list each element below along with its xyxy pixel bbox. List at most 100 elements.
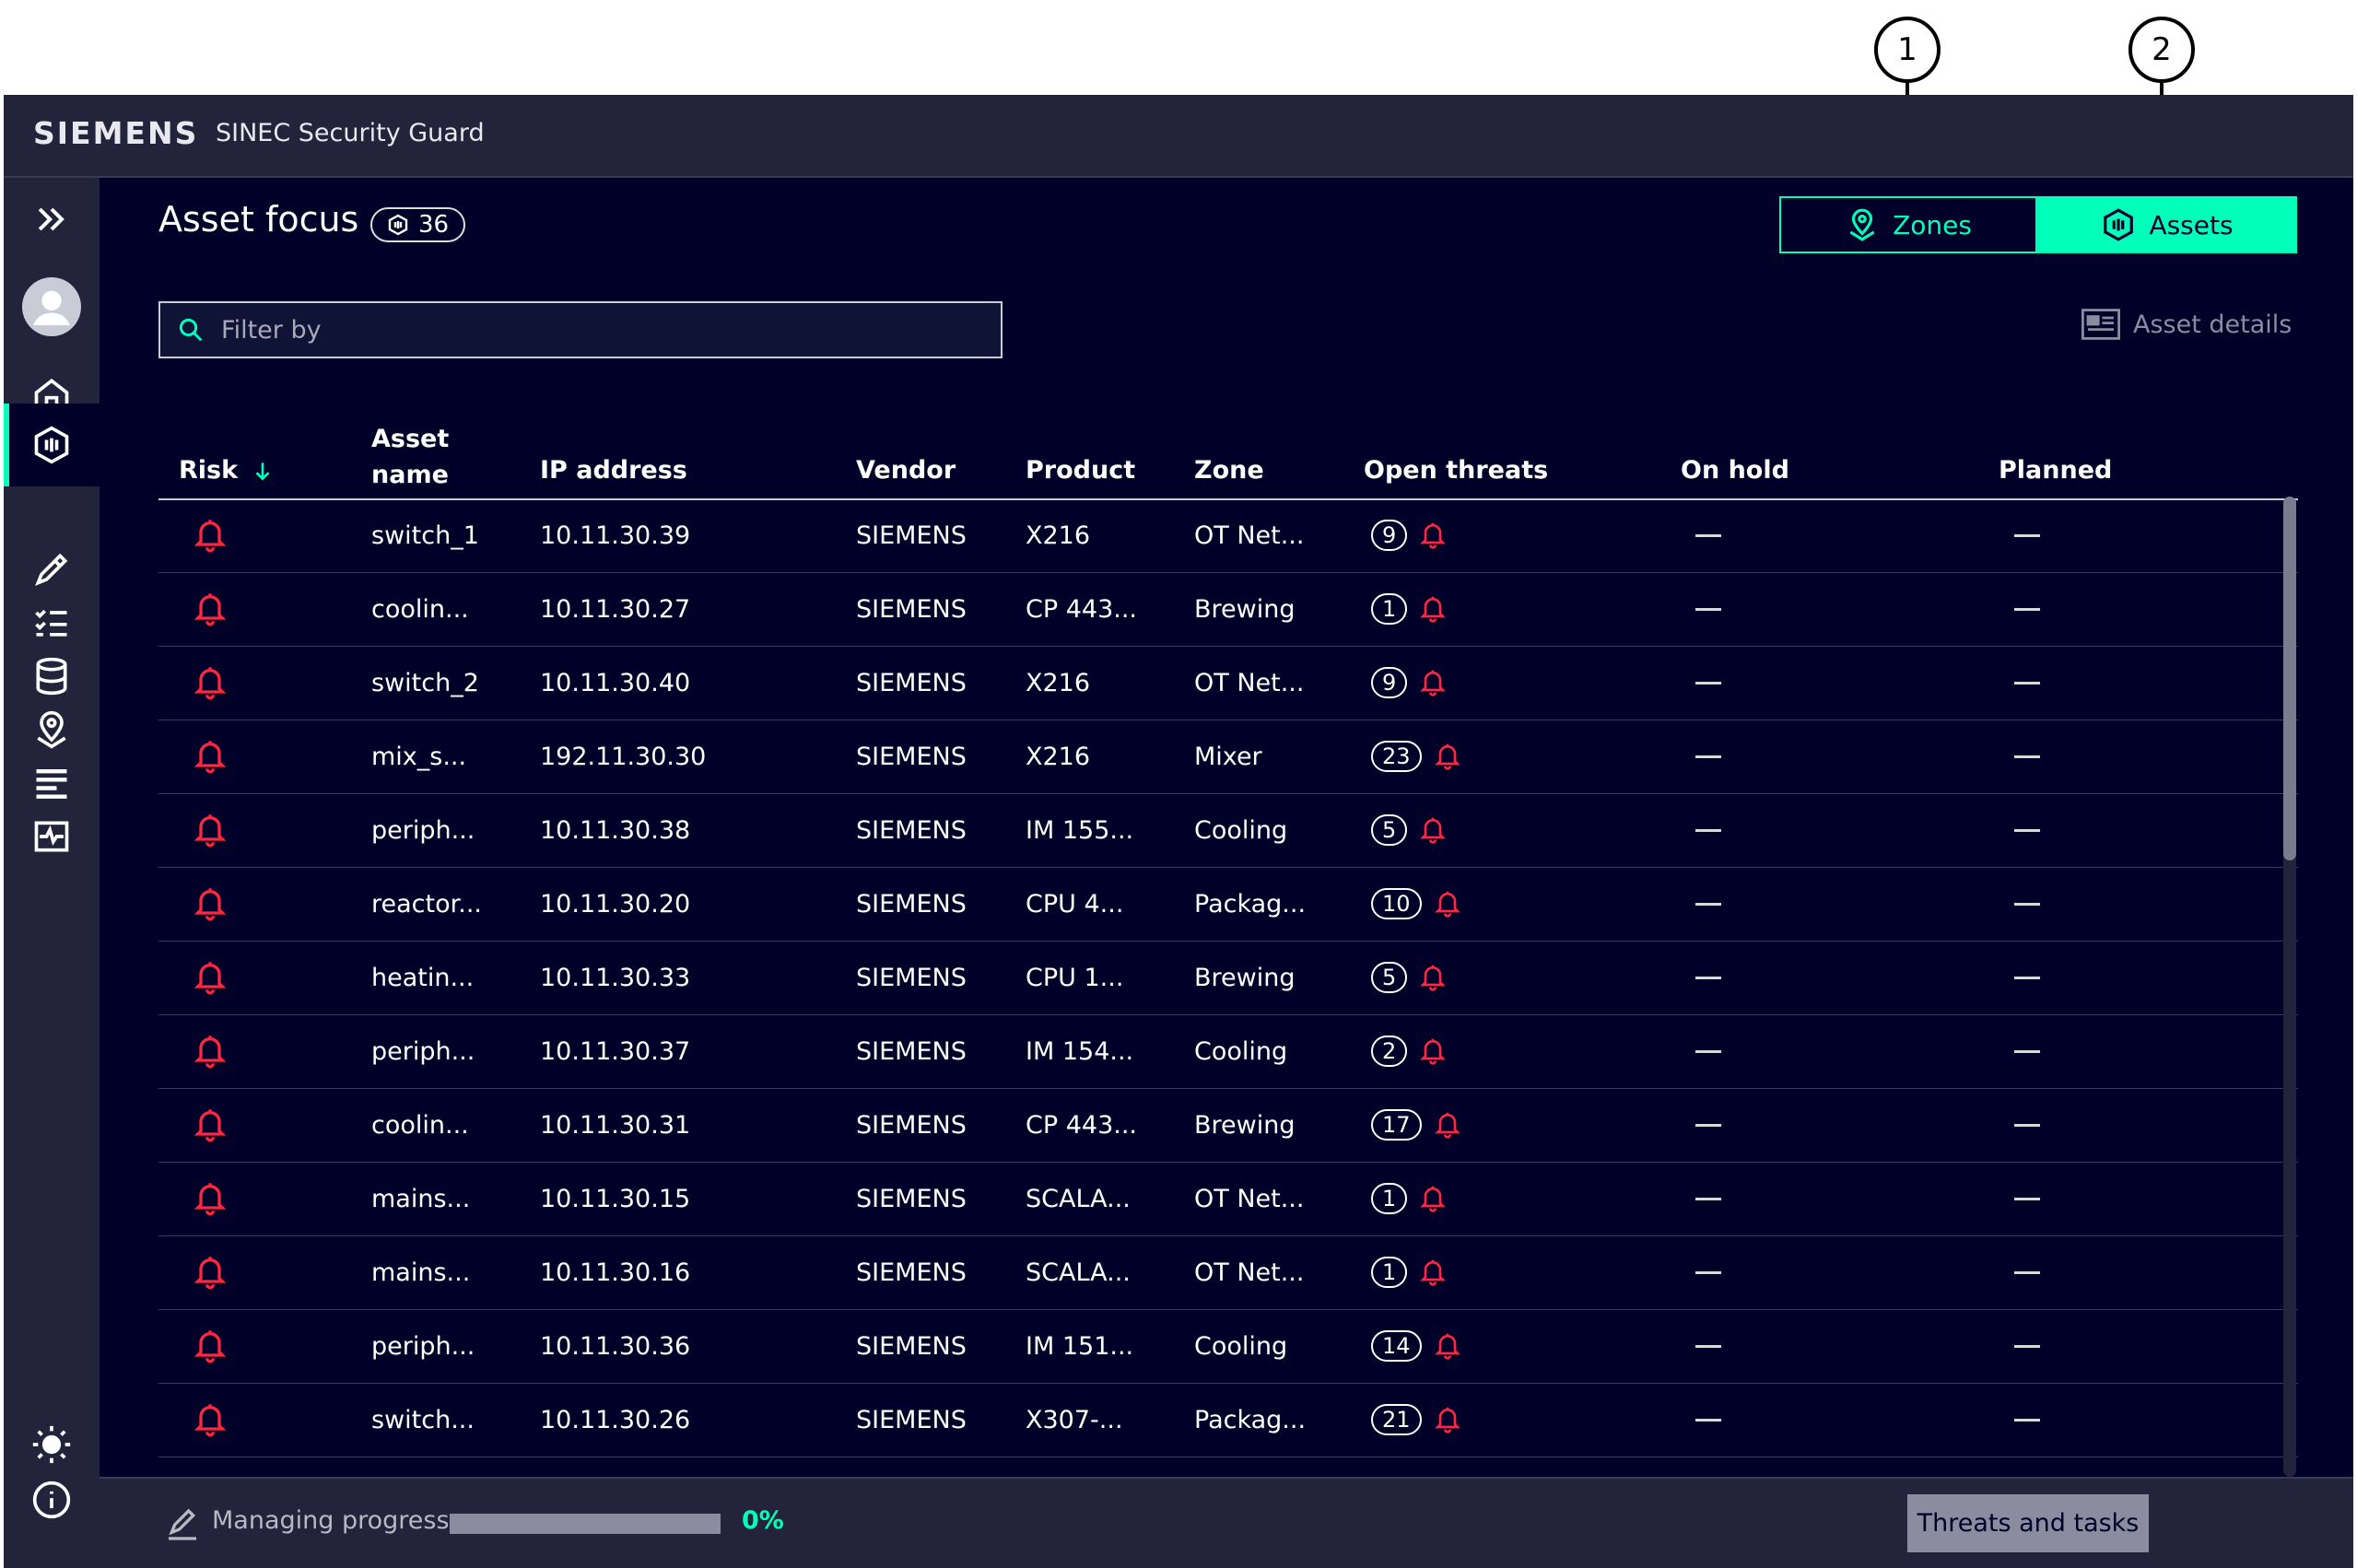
column-header-open-threats[interactable]: Open threats	[1364, 456, 1548, 485]
ip-address-cell: 10.11.30.36	[540, 1331, 691, 1361]
zones-toggle-label: Zones	[1893, 209, 1972, 240]
column-header-ip[interactable]: IP address	[540, 456, 687, 485]
filter-input[interactable]	[219, 314, 960, 345]
info-button[interactable]	[4, 1458, 100, 1541]
asset-name-cell: periph...	[371, 1036, 475, 1066]
open-threats-count: 17	[1371, 1109, 1422, 1141]
column-header-zone[interactable]: Zone	[1194, 456, 1264, 485]
empty-dash	[2014, 1270, 2040, 1274]
app-title: SINEC Security Guard	[216, 119, 485, 147]
sidebar-item-monitor[interactable]	[4, 795, 100, 878]
table-row[interactable]	[158, 1457, 2298, 1475]
product-cell: X216	[1026, 521, 1091, 550]
vendor-cell: SIEMENS	[856, 742, 967, 771]
table-row[interactable]: periph... 10.11.30.37 SIEMENS IM 154... …	[158, 1014, 2298, 1089]
top-bar: SIEMENS SINEC Security Guard	[4, 95, 2353, 178]
table-row[interactable]: mix_s... 192.11.30.30 SIEMENS X216 Mixer…	[158, 720, 2298, 794]
column-header-product[interactable]: Product	[1026, 456, 1135, 485]
expand-sidebar-button[interactable]	[4, 178, 100, 261]
table-header: Risk Asset name IP address Vendor Produc…	[158, 419, 2298, 500]
risk-cell	[192, 1162, 229, 1235]
scrollbar-thumb[interactable]	[2283, 497, 2296, 860]
table-row[interactable]: reactor... 10.11.30.20 SIEMENS CPU 4... …	[158, 867, 2298, 942]
on-hold-cell	[1695, 720, 1721, 793]
user-profile-button[interactable]	[4, 265, 100, 348]
table-row[interactable]: coolin... 10.11.30.27 SIEMENS CP 443... …	[158, 572, 2298, 647]
empty-dash	[2014, 755, 2040, 758]
risk-alarm-bell-icon	[193, 1036, 227, 1069]
column-header-planned[interactable]: Planned	[1999, 456, 2112, 485]
table-row[interactable]: coolin... 10.11.30.31 SIEMENS CP 443... …	[158, 1088, 2298, 1163]
sidebar-item-assets[interactable]	[4, 404, 100, 486]
empty-dash	[2014, 533, 2040, 537]
vendor-cell: SIEMENS	[856, 1331, 967, 1361]
risk-cell	[192, 1457, 229, 1475]
asset-icon	[34, 426, 69, 464]
assets-toggle-button[interactable]: Assets	[2037, 196, 2297, 253]
column-header-on-hold[interactable]: On hold	[1681, 456, 1789, 485]
threat-bell-icon	[1420, 670, 1447, 696]
table-row[interactable]: switch_1 10.11.30.39 SIEMENS X216 OT Net…	[158, 498, 2298, 573]
risk-alarm-bell-icon	[193, 1109, 227, 1142]
footer-bar: Managing progress 0% Threats and tasks	[100, 1477, 2353, 1568]
risk-alarm-bell-icon	[193, 593, 227, 626]
open-threats-cell: 23	[1371, 720, 1462, 793]
asset-icon	[388, 214, 408, 236]
open-threats-cell: 17	[1371, 1088, 1462, 1162]
planned-cell	[2014, 646, 2040, 720]
asset-details-button[interactable]: Asset details	[2081, 309, 2292, 340]
column-header-risk[interactable]: Risk	[179, 456, 275, 485]
open-threats-cell: 2	[1371, 1014, 1448, 1088]
planned-cell	[2014, 1014, 2040, 1088]
on-hold-cell	[1695, 1014, 1721, 1088]
open-threats-count: 9	[1371, 520, 1408, 551]
product-cell: CP 443...	[1026, 1110, 1137, 1140]
vendor-cell: SIEMENS	[856, 1036, 967, 1066]
empty-dash	[2014, 1197, 2040, 1200]
open-threats-count: 1	[1371, 1257, 1408, 1288]
zone-cell: OT Net...	[1194, 521, 1305, 550]
open-threats-count: 5	[1371, 962, 1408, 993]
threat-bell-icon	[1420, 596, 1447, 623]
table-row[interactable]: switch_2 10.11.30.40 SIEMENS X216 OT Net…	[158, 646, 2298, 720]
open-threats-cell: 10	[1371, 867, 1462, 941]
asset-name-cell: periph...	[371, 815, 475, 845]
on-hold-cell	[1695, 1162, 1721, 1235]
empty-dash	[2014, 976, 2040, 979]
table-row[interactable]: periph... 10.11.30.38 SIEMENS IM 155... …	[158, 793, 2298, 868]
table-row[interactable]: mains... 10.11.30.15 SIEMENS SCALA... OT…	[158, 1162, 2298, 1236]
vendor-cell: SIEMENS	[856, 815, 967, 845]
ip-address-cell: 10.11.30.40	[540, 668, 691, 697]
empty-dash	[1695, 828, 1721, 832]
threat-bell-icon	[1420, 1259, 1447, 1286]
planned-cell	[2014, 941, 2040, 1014]
threat-bell-icon	[1420, 522, 1447, 549]
table-row[interactable]: mains... 10.11.30.16 SIEMENS SCALA... OT…	[158, 1235, 2298, 1310]
table-row[interactable]: periph... 10.11.30.36 SIEMENS IM 151... …	[158, 1309, 2298, 1384]
zones-toggle-button[interactable]: Zones	[1779, 196, 2037, 253]
ip-address-cell: 10.11.30.37	[540, 1036, 691, 1066]
table-row[interactable]: switch... 10.11.30.26 SIEMENS X307-... P…	[158, 1383, 2298, 1457]
risk-cell	[192, 941, 229, 1014]
column-header-vendor[interactable]: Vendor	[856, 456, 956, 485]
vendor-cell: SIEMENS	[856, 1184, 967, 1213]
on-hold-cell	[1695, 1235, 1721, 1309]
risk-cell	[192, 1309, 229, 1383]
threats-and-tasks-button[interactable]: Threats and tasks	[1907, 1494, 2149, 1552]
asset-name-cell: switch_2	[371, 668, 479, 697]
vendor-cell: SIEMENS	[856, 889, 967, 919]
managing-progress-bar	[450, 1514, 721, 1534]
table-row[interactable]: heatin... 10.11.30.33 SIEMENS CPU 1... B…	[158, 941, 2298, 1015]
zone-cell: Brewing	[1194, 1110, 1296, 1140]
risk-cell	[192, 867, 229, 941]
zone-cell: Brewing	[1194, 594, 1296, 624]
column-header-asset-name[interactable]: Asset name	[371, 421, 463, 493]
threat-bell-icon	[1420, 1186, 1447, 1212]
zone-cell: OT Net...	[1194, 1258, 1305, 1287]
product-cell: X216	[1026, 668, 1091, 697]
table-scrollbar[interactable]	[2283, 497, 2296, 1477]
open-threats-count: 1	[1371, 1183, 1408, 1214]
ip-address-cell: 10.11.30.33	[540, 963, 691, 992]
asset-table-body: switch_1 10.11.30.39 SIEMENS X216 OT Net…	[158, 498, 2298, 1475]
zone-pin-icon	[1849, 208, 1875, 241]
